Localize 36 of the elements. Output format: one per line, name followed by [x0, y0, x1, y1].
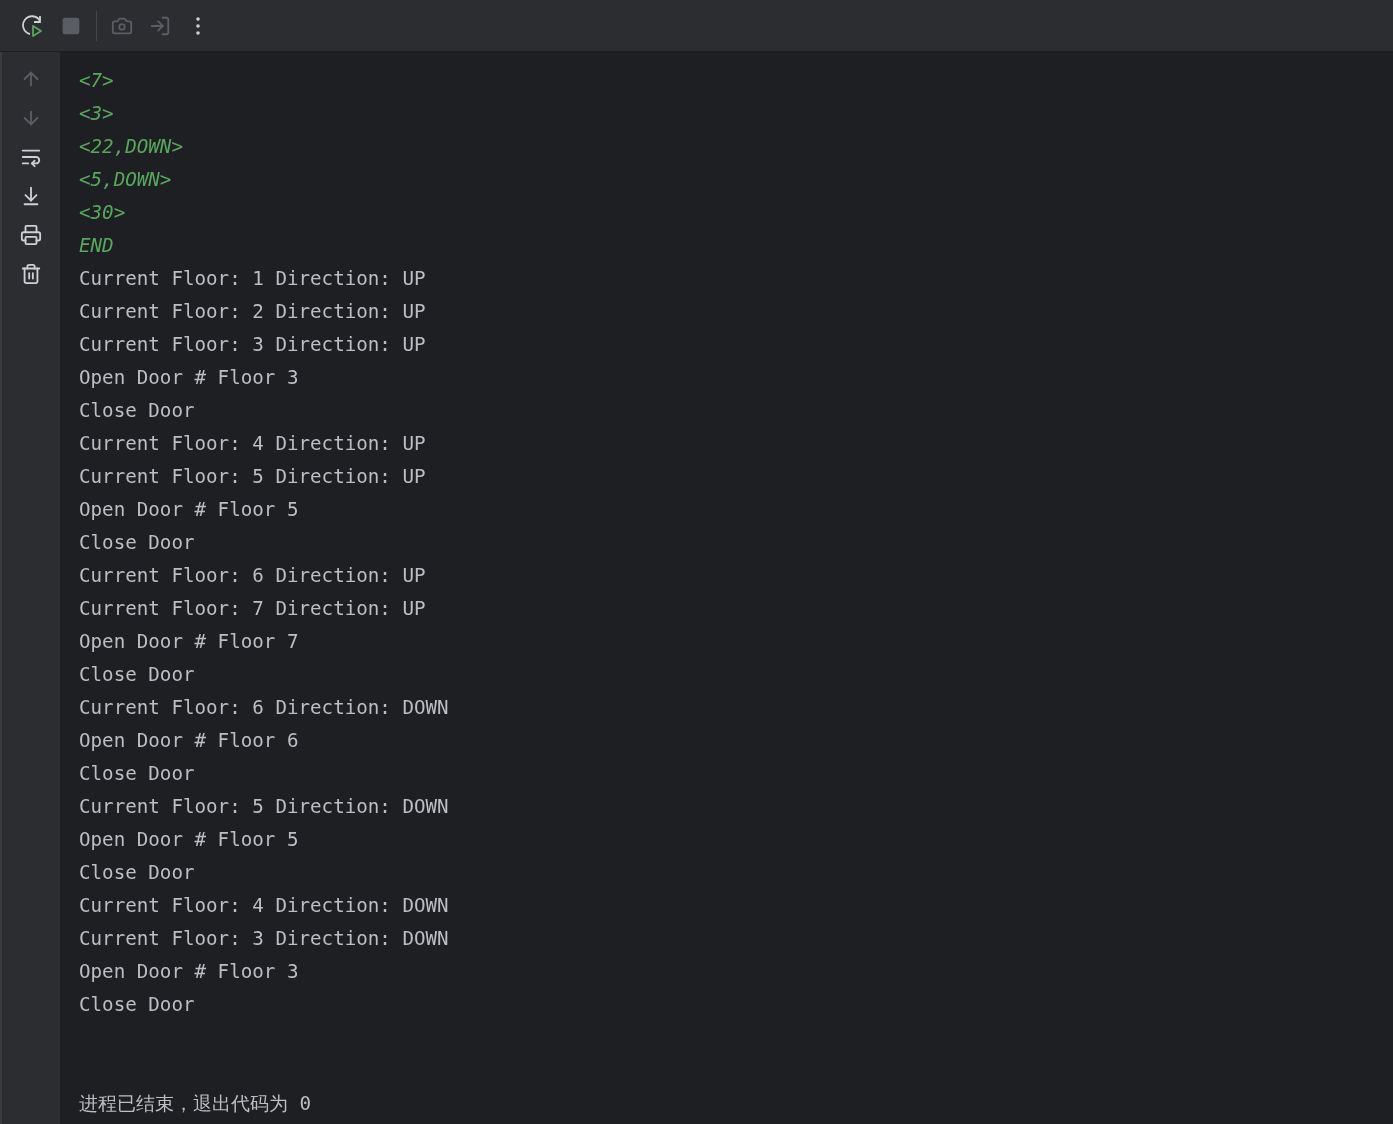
output-line: Current Floor: 2 Direction: UP — [79, 299, 426, 325]
output-line: Current Floor: 6 Direction: UP — [79, 563, 426, 589]
exit-message: 进程已结束，退出代码为 0 — [79, 1091, 312, 1117]
output-line: Current Floor: 5 Direction: UP — [79, 464, 426, 490]
print-icon — [20, 224, 42, 246]
output-line: Open Door # Floor 3 — [79, 959, 299, 985]
output-line: Current Floor: 3 Direction: DOWN — [79, 926, 449, 952]
output-line: Close Door — [79, 992, 195, 1018]
output-line: Close Door — [79, 398, 195, 424]
output-line: Open Door # Floor 5 — [79, 497, 299, 523]
output-line: Current Floor: 3 Direction: UP — [79, 332, 426, 358]
output-line: Current Floor: 7 Direction: UP — [79, 596, 426, 622]
output-line: Open Door # Floor 6 — [79, 728, 299, 754]
enter-icon — [149, 14, 171, 37]
trash-icon — [20, 263, 42, 285]
output-line: Open Door # Floor 3 — [79, 365, 299, 391]
output-line: Open Door # Floor 7 — [79, 629, 299, 655]
more-icon — [196, 16, 200, 35]
output-line: Close Door — [79, 530, 195, 556]
output-line: Current Floor: 4 Direction: UP — [79, 431, 426, 457]
output-line: Close Door — [79, 860, 195, 886]
rerun-icon — [21, 13, 45, 38]
output-line: Current Floor: 1 Direction: UP — [79, 266, 426, 292]
input-line: <30> — [79, 200, 126, 226]
input-line: <5,DOWN> — [79, 167, 172, 193]
input-line: <7> — [79, 68, 114, 94]
output-line: Current Floor: 5 Direction: DOWN — [79, 794, 449, 820]
output-line: Current Floor: 4 Direction: DOWN — [79, 893, 449, 919]
input-line: <3> — [79, 101, 114, 127]
output-line: Close Door — [79, 761, 195, 787]
output-line: Open Door # Floor 5 — [79, 827, 299, 853]
input-line: END — [79, 233, 114, 259]
stop-icon — [61, 15, 81, 36]
output-line: Close Door — [79, 662, 195, 688]
input-line: <22,DOWN> — [79, 134, 183, 160]
output-line: Current Floor: 6 Direction: DOWN — [79, 695, 449, 721]
